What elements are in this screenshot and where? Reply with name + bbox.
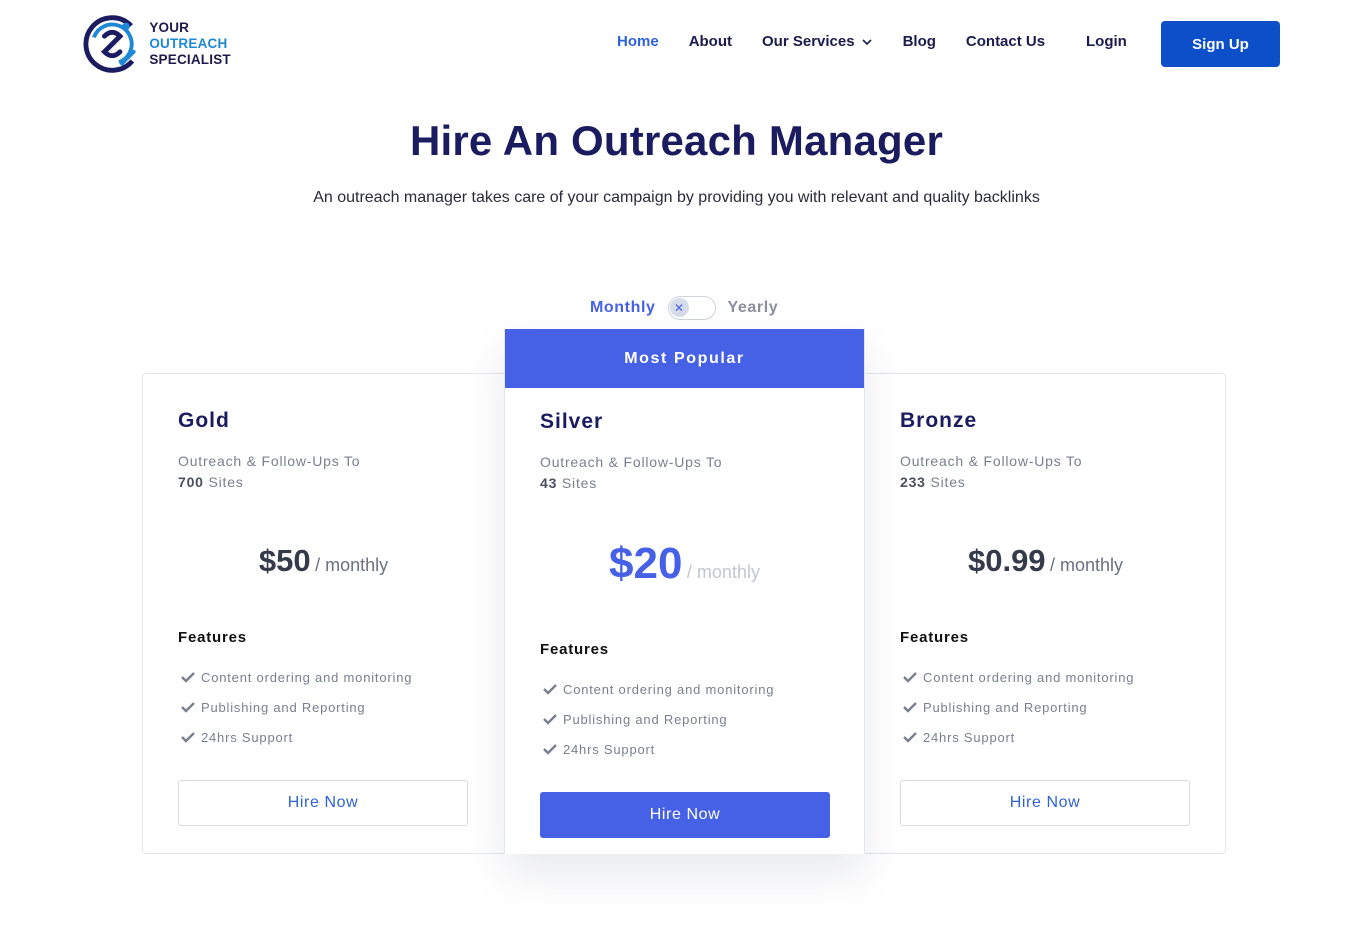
plan-price: $0.99 / monthly [900, 543, 1191, 579]
most-popular-badge: Most Popular [505, 329, 864, 388]
site-header: YOUR OUTREACH SPECIALIST Home About Our … [0, 0, 1353, 88]
signup-button[interactable]: Sign Up [1161, 21, 1280, 67]
nav-contact-us[interactable]: Contact Us [966, 33, 1045, 50]
close-icon: ✕ [669, 298, 689, 317]
login-link[interactable]: Login [1086, 33, 1127, 50]
price-period: / monthly [686, 562, 760, 582]
logo-word-specialist: SPECIALIST [149, 52, 231, 67]
feature-item: 24hrs Support [178, 722, 469, 752]
plan-card-bronze: Bronze Outreach & Follow-Ups To 233 Site… [865, 373, 1226, 854]
feature-text: 24hrs Support [563, 741, 656, 757]
nav-about[interactable]: About [689, 33, 732, 50]
plan-desc-text: Outreach & Follow-Ups To [540, 454, 723, 470]
billing-toggle: Monthly ✕ Yearly [590, 296, 778, 320]
logo-word-outreach: OUTREACH [149, 36, 228, 51]
check-icon [181, 732, 195, 743]
plan-sites-count: 43 [540, 475, 558, 491]
plan-sites-label: Sites [561, 475, 598, 491]
hire-now-button-gold[interactable]: Hire Now [178, 780, 468, 826]
nav-our-services[interactable]: Our Services [762, 33, 873, 50]
plan-desc-text: Outreach & Follow-Ups To [900, 453, 1083, 469]
feature-text: Publishing and Reporting [201, 699, 366, 715]
feature-item: Content ordering and monitoring [178, 662, 469, 692]
feature-item: Publishing and Reporting [540, 704, 829, 734]
price-amount: $50 [258, 543, 311, 578]
billing-monthly-label[interactable]: Monthly [590, 299, 656, 317]
features-title: Features [540, 641, 609, 658]
price-amount: $20 [609, 539, 683, 588]
feature-item: 24hrs Support [540, 734, 829, 764]
plan-price: $50 / monthly [178, 543, 469, 579]
billing-yearly-label[interactable]: Yearly [728, 299, 779, 317]
check-icon [543, 744, 557, 755]
check-icon [543, 714, 557, 725]
logo-mark-icon [83, 15, 141, 73]
features-list: Content ordering and monitoring Publishi… [178, 662, 469, 752]
feature-item: 24hrs Support [900, 722, 1191, 752]
check-icon [543, 684, 557, 695]
hire-now-button-silver[interactable]: Hire Now [540, 792, 830, 838]
billing-switch[interactable]: ✕ [667, 296, 716, 320]
feature-text: Publishing and Reporting [923, 699, 1088, 715]
price-period: / monthly [315, 555, 389, 575]
plan-description: Outreach & Follow-Ups To 700 Sites [178, 451, 469, 493]
chevron-down-icon [862, 38, 872, 45]
feature-text: 24hrs Support [923, 729, 1016, 745]
features-list: Content ordering and monitoring Publishi… [900, 662, 1191, 752]
feature-item: Content ordering and monitoring [900, 662, 1191, 692]
plan-description: Outreach & Follow-Ups To 233 Sites [900, 451, 1191, 493]
plan-card-silver: Most Popular Silver Outreach & Follow-Up… [504, 329, 865, 854]
feature-text: Publishing and Reporting [563, 711, 728, 727]
features-list: Content ordering and monitoring Publishi… [540, 674, 829, 764]
features-title: Features [900, 629, 969, 646]
feature-text: Content ordering and monitoring [923, 669, 1135, 685]
site-logo[interactable]: YOUR OUTREACH SPECIALIST [83, 12, 268, 76]
plan-description: Outreach & Follow-Ups To 43 Sites [540, 452, 829, 494]
feature-text: Content ordering and monitoring [201, 669, 413, 685]
feature-text: 24hrs Support [201, 729, 294, 745]
price-amount: $0.99 [967, 543, 1046, 578]
nav-home[interactable]: Home [617, 33, 659, 50]
feature-item: Content ordering and monitoring [540, 674, 829, 704]
logo-word-your: YOUR [149, 20, 190, 35]
check-icon [903, 702, 917, 713]
plan-price: $20 / monthly [540, 539, 829, 589]
plan-sites-label: Sites [930, 474, 966, 490]
nav-our-services-label: Our Services [762, 33, 855, 50]
plan-desc-text: Outreach & Follow-Ups To [178, 453, 361, 469]
plan-name: Gold [178, 409, 230, 432]
feature-text: Content ordering and monitoring [563, 681, 775, 697]
hire-now-button-bronze[interactable]: Hire Now [900, 780, 1190, 826]
feature-item: Publishing and Reporting [178, 692, 469, 722]
features-title: Features [178, 629, 247, 646]
plan-card-gold: Gold Outreach & Follow-Ups To 700 Sites … [143, 373, 504, 854]
main-nav: Home About Our Services Blog Contact Us [617, 33, 1075, 50]
logo-text: YOUR OUTREACH SPECIALIST [149, 20, 268, 68]
price-period: / monthly [1050, 555, 1124, 575]
page-subtitle: An outreach manager takes care of your c… [313, 189, 1040, 206]
check-icon [181, 702, 195, 713]
page-title: Hire An Outreach Manager [409, 117, 944, 164]
feature-item: Publishing and Reporting [900, 692, 1191, 722]
check-icon [903, 672, 917, 683]
plan-sites-count: 700 [178, 474, 204, 490]
check-icon [181, 672, 195, 683]
plan-sites-count: 233 [900, 474, 926, 490]
check-icon [903, 732, 917, 743]
plan-name: Silver [540, 410, 604, 433]
plan-name: Bronze [900, 409, 978, 432]
nav-blog[interactable]: Blog [903, 33, 936, 50]
plan-sites-label: Sites [208, 474, 244, 490]
